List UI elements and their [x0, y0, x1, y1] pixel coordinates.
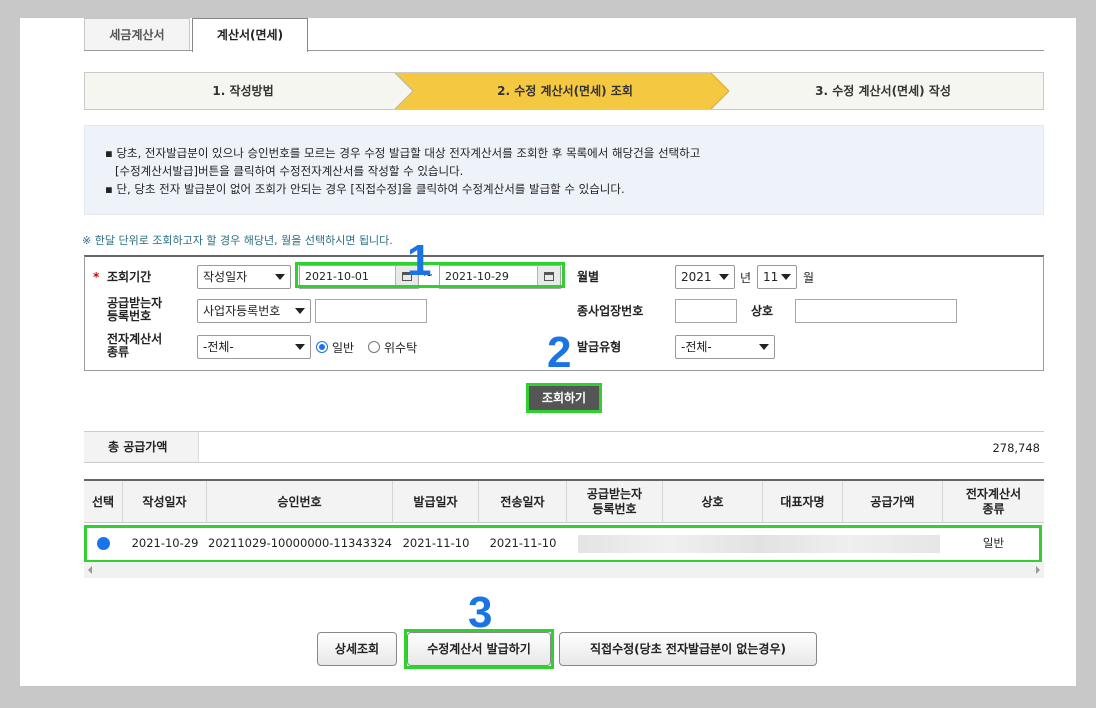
info-line-2: [수정계산서발급]버튼을 클릭하여 수정전자계산서를 작성할 수 있습니다. — [115, 164, 464, 178]
chevron-down-icon — [295, 308, 305, 314]
col-send-date: 전송일자 — [479, 481, 567, 523]
period-label: 조회기간 — [107, 270, 152, 284]
chevron-down-icon — [295, 344, 305, 350]
scroll-left-icon[interactable] — [88, 566, 92, 574]
col-approval-number: 승인번호 — [207, 481, 393, 523]
chevron-down-icon — [781, 274, 791, 280]
col-recipient-number: 공급받는자 등록번호 — [567, 481, 663, 523]
col-einvoice-kind: 전자계산서 종류 — [965, 487, 1022, 516]
recipient-type-select[interactable]: 사업자등록번호 — [197, 299, 311, 323]
tab-tax-invoice[interactable]: 세금계산서 — [84, 18, 190, 50]
year-select[interactable]: 2021 — [675, 265, 735, 289]
issue-type-label: 발급유형 — [577, 340, 622, 354]
sub-business-label: 종사업장번호 — [577, 304, 644, 318]
radio-consign-label: 위수탁 — [384, 341, 418, 355]
company-input[interactable] — [795, 299, 957, 323]
chevron-down-icon — [719, 274, 729, 280]
tab-divider — [84, 50, 192, 51]
total-value: 278,748 — [992, 441, 1040, 455]
radio-consign[interactable] — [368, 341, 380, 353]
year-unit: 년 — [740, 271, 752, 285]
info-line-3: ▪ 단, 당초 전자 발급분이 없어 조회가 안되는 경우 [직접수정]을 클릭… — [105, 182, 625, 196]
col-write-date: 작성일자 — [123, 481, 207, 523]
step-marker-2: 2 — [547, 328, 572, 377]
monthly-search-note: ※ 한달 단위로 조회하고자 할 경우 해당년, 월을 선택하시면 됩니다. — [82, 234, 393, 247]
recipient-label: 공급받는자 등록번호 — [107, 296, 163, 323]
company-label: 상호 — [751, 304, 774, 318]
result-table-header: 선택 작성일자 승인번호 발급일자 전송일자 공급받는자 등록번호 상호 대표자명… — [84, 479, 1044, 523]
scroll-right-icon[interactable] — [1036, 566, 1040, 574]
step-1: 1. 작성방법 — [212, 84, 274, 98]
step-bar: 1. 작성방법 2. 수정 계산서(면세) 조회 3. 수정 계산서(면세) 작… — [84, 72, 1044, 110]
total-row: 총 공급가액 278,748 — [84, 431, 1044, 463]
einvoice-kind-select[interactable]: -전체- — [197, 335, 311, 359]
step-2: 2. 수정 계산서(면세) 조회 — [497, 84, 633, 98]
step-3: 3. 수정 계산서(면세) 작성 — [815, 84, 951, 98]
detail-view-button[interactable]: 상세조회 — [317, 632, 397, 666]
highlight-issue-button — [404, 629, 554, 669]
col-select: 선택 — [84, 481, 123, 523]
month-label: 월별 — [577, 270, 600, 284]
col-issue-date: 발급일자 — [393, 481, 479, 523]
chevron-down-icon — [759, 344, 769, 350]
col-representative: 대표자명 — [763, 481, 843, 523]
step-marker-1: 1 — [407, 236, 432, 285]
info-box: ▪ 당초, 전자발급분이 있으나 승인번호를 모르는 경우 수정 발급할 대상 … — [84, 125, 1044, 215]
issue-type-select[interactable]: -전체- — [675, 335, 775, 359]
search-button[interactable]: 조회하기 — [529, 386, 599, 410]
tab-exempt-invoice[interactable]: 계산서(면세) — [192, 18, 308, 52]
recipient-number-input[interactable] — [315, 299, 427, 323]
direct-edit-button[interactable]: 직접수정(당초 전자발급분이 없는경우) — [559, 632, 817, 666]
info-line-1: ▪ 당초, 전자발급분이 있으나 승인번호를 모르는 경우 수정 발급할 대상 … — [105, 146, 701, 160]
col-supply-amount: 공급가액 — [843, 481, 943, 523]
month-unit: 월 — [803, 271, 815, 285]
radio-normal-label: 일반 — [332, 341, 355, 355]
month-select[interactable]: 11 — [757, 265, 797, 289]
date-type-select[interactable]: 작성일자 — [197, 265, 291, 289]
page-frame: 세금계산서 계산서(면세) 1. 작성방법 2. 수정 계산서(면세) 조회 3… — [20, 18, 1076, 686]
chevron-down-icon — [275, 274, 285, 280]
total-label: 총 공급가액 — [108, 440, 168, 454]
highlight-result-row — [84, 525, 1042, 563]
horizontal-scrollbar[interactable] — [84, 562, 1044, 578]
col-company: 상호 — [663, 481, 763, 523]
tab-divider — [308, 50, 1044, 51]
sub-business-input[interactable] — [675, 299, 737, 323]
radio-normal[interactable] — [316, 341, 328, 353]
einvoice-kind-label: 전자계산서 종류 — [107, 332, 163, 359]
required-mark: * — [93, 270, 100, 284]
